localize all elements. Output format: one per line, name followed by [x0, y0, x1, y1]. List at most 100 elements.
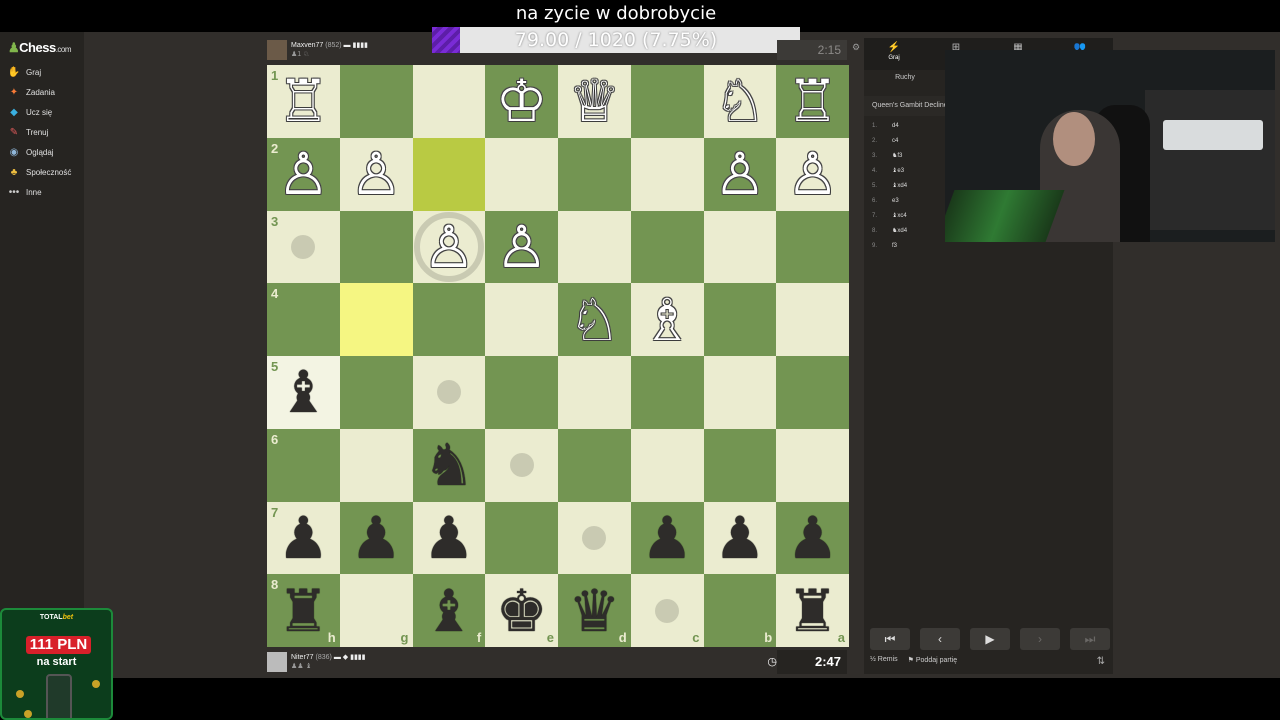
- square-d2[interactable]: [558, 137, 631, 211]
- square-f2[interactable]: [412, 137, 486, 211]
- square-a3[interactable]: [776, 210, 849, 284]
- sidebar-item-3[interactable]: ✎ Trenuj: [8, 124, 49, 140]
- move-san[interactable]: d4: [892, 123, 952, 129]
- square-b5[interactable]: [703, 356, 777, 429]
- player-avatar[interactable]: [267, 652, 287, 672]
- move-san[interactable]: ♝e3: [892, 167, 952, 174]
- square-c6[interactable]: [630, 428, 704, 502]
- square-c1[interactable]: [630, 65, 704, 138]
- square-f4[interactable]: [412, 283, 486, 356]
- square-d5[interactable]: [558, 356, 631, 429]
- black-pawn-piece[interactable]: ♟: [787, 509, 839, 567]
- square-e5[interactable]: [485, 356, 558, 429]
- chesscom-logo[interactable]: ♟Chess.com: [8, 40, 72, 56]
- square-g4[interactable]: [339, 283, 413, 356]
- square-d1[interactable]: ♕: [558, 65, 631, 138]
- square-b1[interactable]: ♘: [703, 65, 777, 138]
- square-g5[interactable]: [339, 356, 413, 429]
- moves-subtab[interactable]: Ruchy: [864, 74, 946, 81]
- square-d6[interactable]: [558, 428, 631, 502]
- square-b6[interactable]: [703, 428, 777, 502]
- square-e1[interactable]: ♔: [485, 65, 558, 138]
- black-pawn-piece[interactable]: ♟: [277, 509, 329, 567]
- square-d4[interactable]: ♘: [558, 283, 631, 356]
- black-rook-piece[interactable]: ♜: [787, 582, 839, 640]
- player-name-line[interactable]: Niter77 (836) ▬ ◆ ▮▮▮▮: [291, 653, 366, 661]
- flip-board-icon[interactable]: ⇅: [1097, 656, 1105, 667]
- square-d3[interactable]: [558, 210, 631, 284]
- capture-hint-ring[interactable]: [413, 211, 484, 282]
- square-a6[interactable]: [776, 428, 849, 502]
- move-san[interactable]: ♝xd4: [892, 182, 952, 189]
- black-pawn-piece[interactable]: ♟: [350, 509, 402, 567]
- black-king-piece[interactable]: ♚: [496, 582, 548, 640]
- square-e3[interactable]: ♙: [485, 210, 558, 284]
- square-d7[interactable]: [558, 501, 631, 575]
- move-san[interactable]: ♞f3: [892, 152, 952, 159]
- legal-move-dot[interactable]: [655, 598, 680, 623]
- square-h3[interactable]: 3: [267, 210, 340, 284]
- white-pawn-piece[interactable]: ♙: [350, 145, 402, 203]
- panel-tab-0[interactable]: ⚡ Graj: [874, 42, 914, 61]
- square-c4[interactable]: ♗: [630, 283, 704, 356]
- first-move-button[interactable]: ⏮: [870, 628, 910, 650]
- white-king-piece[interactable]: ♔: [496, 72, 548, 130]
- square-h7[interactable]: 7 ♟: [267, 501, 340, 575]
- square-e8[interactable]: e ♚: [485, 574, 558, 647]
- square-f6[interactable]: ♞: [412, 428, 486, 502]
- white-pawn-piece[interactable]: ♙: [277, 145, 329, 203]
- square-a2[interactable]: ♙: [776, 137, 849, 211]
- square-e2[interactable]: [485, 137, 558, 211]
- black-rook-piece[interactable]: ♜: [277, 582, 329, 640]
- square-b8[interactable]: b: [703, 574, 777, 647]
- legal-move-dot[interactable]: [291, 234, 316, 259]
- square-f3[interactable]: ♙: [412, 210, 486, 284]
- sidebar-item-1[interactable]: ✦ Zadania: [8, 84, 55, 100]
- white-knight-piece[interactable]: ♘: [568, 291, 620, 349]
- opponent-avatar[interactable]: [267, 40, 287, 60]
- square-b3[interactable]: [703, 210, 777, 284]
- square-a1[interactable]: ♖: [776, 65, 849, 138]
- next-move-button[interactable]: ›: [1020, 628, 1060, 650]
- white-pawn-piece[interactable]: ♙: [496, 218, 548, 276]
- square-g3[interactable]: [339, 210, 413, 284]
- square-g8[interactable]: g: [339, 574, 413, 647]
- square-f7[interactable]: ♟: [412, 501, 486, 575]
- square-h1[interactable]: 1 ♖: [267, 65, 340, 138]
- chessboard[interactable]: 1 ♖ ♔ ♕ ♘ ♖ 2 ♙ ♙ ♙ ♙ 3 ♙ ♙ 4 ♘ ♗ 5 ♝ 6 ♞ 7 ♟ ♟ ♟ ♟ ♟ ♟ 8 h ♜ g f ♝ e ♚ d ♛ c b…: [267, 65, 849, 647]
- move-san[interactable]: ♞xd4: [892, 227, 952, 234]
- square-c3[interactable]: [630, 210, 704, 284]
- square-h6[interactable]: 6: [267, 428, 340, 502]
- square-a8[interactable]: a ♜: [776, 574, 849, 647]
- sidebar-item-4[interactable]: ◉ Oglądaj: [8, 144, 54, 160]
- square-h8[interactable]: 8 h ♜: [267, 574, 340, 647]
- previous-move-button[interactable]: ‹: [920, 628, 960, 650]
- square-f1[interactable]: [412, 65, 486, 138]
- white-rook-piece[interactable]: ♖: [277, 72, 329, 130]
- square-c8[interactable]: c: [630, 574, 704, 647]
- last-move-button[interactable]: ⏭: [1070, 628, 1110, 650]
- settings-gear-icon[interactable]: ⚙: [852, 42, 860, 53]
- square-a5[interactable]: [776, 356, 849, 429]
- sidebar-item-2[interactable]: ◆ Ucz się: [8, 104, 52, 120]
- square-g6[interactable]: [339, 428, 413, 502]
- legal-move-dot[interactable]: [509, 453, 534, 478]
- legal-move-dot[interactable]: [582, 525, 607, 550]
- square-a7[interactable]: ♟: [776, 501, 849, 575]
- square-f5[interactable]: [412, 356, 486, 429]
- square-f8[interactable]: f ♝: [412, 574, 486, 647]
- square-b7[interactable]: ♟: [703, 501, 777, 575]
- move-san[interactable]: c4: [892, 138, 952, 144]
- square-c7[interactable]: ♟: [630, 501, 704, 575]
- square-e7[interactable]: [485, 501, 558, 575]
- square-e6[interactable]: [485, 428, 558, 502]
- square-b2[interactable]: ♙: [703, 137, 777, 211]
- square-c5[interactable]: [630, 356, 704, 429]
- white-pawn-piece[interactable]: ♙: [787, 145, 839, 203]
- square-h4[interactable]: 4: [267, 283, 340, 356]
- square-e4[interactable]: [485, 283, 558, 356]
- black-pawn-piece[interactable]: ♟: [714, 509, 766, 567]
- white-bishop-piece[interactable]: ♗: [641, 291, 693, 349]
- black-queen-piece[interactable]: ♛: [568, 582, 620, 640]
- offer-draw-button[interactable]: ½ Remis: [870, 656, 898, 664]
